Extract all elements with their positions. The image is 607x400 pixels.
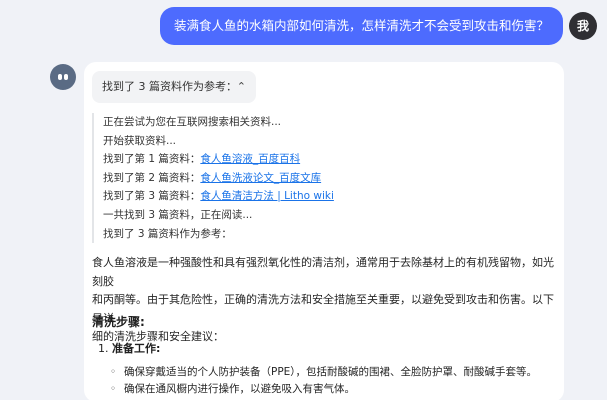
search-log: 正在尝试为您在互联网搜索相关资料... 开始获取资料... 找到了第 1 篇资料… bbox=[92, 113, 364, 244]
answer-line: 细的清洗步骤和安全建议： bbox=[92, 330, 224, 344]
chevron-up-icon: ⌃ bbox=[236, 80, 246, 93]
reference-prefix: 找到了第 1 篇资料： bbox=[103, 153, 201, 166]
reference-link-3[interactable]: 食人鱼清洁方法 | Litho wiki bbox=[200, 190, 334, 202]
step-title: 准备工作: bbox=[112, 342, 161, 355]
answer-line: 和丙酮等。由于其危险性，正确的清洗方法和安全措施至关重要，以避免受到攻击和伤害。… bbox=[92, 293, 554, 325]
search-log-line: 开始获取资料... bbox=[103, 134, 177, 147]
assistant-message-card: 找到了 3 篇资料作为参考： ⌃ 正在尝试为您在互联网搜索相关资料... 开始获… bbox=[84, 62, 564, 400]
references-toggle-label: 找到了 3 篇资料作为参考： bbox=[102, 80, 237, 93]
reference-link-1[interactable]: 食人鱼溶液_百度百科 bbox=[200, 153, 300, 165]
reference-link-2[interactable]: 食人鱼洗液论文_百度文库 bbox=[200, 172, 321, 184]
list-item: 确保穿戴适当的个人防护装备（PPE），包括耐酸碱的围裙、全脸防护罩、耐酸碱手套等… bbox=[110, 364, 560, 381]
list-item: 确保在通风橱内进行操作，以避免吸入有害气体。 bbox=[110, 381, 560, 398]
steps-heading: 清洗步骤: bbox=[92, 315, 145, 329]
robot-face-icon bbox=[50, 64, 76, 90]
search-log-line: 找到了 3 篇资料作为参考： bbox=[103, 227, 232, 240]
search-log-reference: 找到了第 1 篇资料：食人鱼溶液_百度百科 bbox=[103, 150, 364, 169]
reference-prefix: 找到了第 3 篇资料： bbox=[103, 190, 201, 203]
step-1: 1. 准备工作: bbox=[98, 340, 160, 356]
references-toggle-button[interactable]: 找到了 3 篇资料作为参考： ⌃ bbox=[92, 71, 256, 103]
step-1-bullets: 确保穿戴适当的个人防护装备（PPE），包括耐酸碱的围裙、全脸防护罩、耐酸碱手套等… bbox=[110, 364, 560, 398]
user-avatar[interactable]: 我 bbox=[569, 12, 597, 40]
user-message-row: 装满食人鱼的水箱内部如何清洗，怎样清洗才不会受到攻击和伤害？ 我 bbox=[0, 7, 607, 47]
search-log-reference: 找到了第 3 篇资料：食人鱼清洁方法 | Litho wiki bbox=[103, 187, 364, 206]
step-number: 1. bbox=[98, 342, 109, 355]
answer-line: 食人鱼溶液是一种强酸性和具有强烈氧化性的清洁剂，通常用于去除基材上的有机残留物，… bbox=[92, 256, 554, 288]
answer-paragraph: 食人鱼溶液是一种强酸性和具有强烈氧化性的清洁剂，通常用于去除基材上的有机残留物，… bbox=[92, 254, 554, 347]
search-log-line: 正在尝试为您在互联网搜索相关资料... bbox=[103, 116, 282, 128]
search-log-reference: 找到了第 2 篇资料：食人鱼洗液论文_百度文库 bbox=[103, 169, 364, 188]
reference-prefix: 找到了第 2 篇资料： bbox=[103, 171, 201, 184]
search-log-line: 一共找到 3 篇资料，正在阅读... bbox=[103, 208, 253, 221]
user-message-bubble: 装满食人鱼的水箱内部如何清洗，怎样清洗才不会受到攻击和伤害？ bbox=[159, 7, 563, 45]
